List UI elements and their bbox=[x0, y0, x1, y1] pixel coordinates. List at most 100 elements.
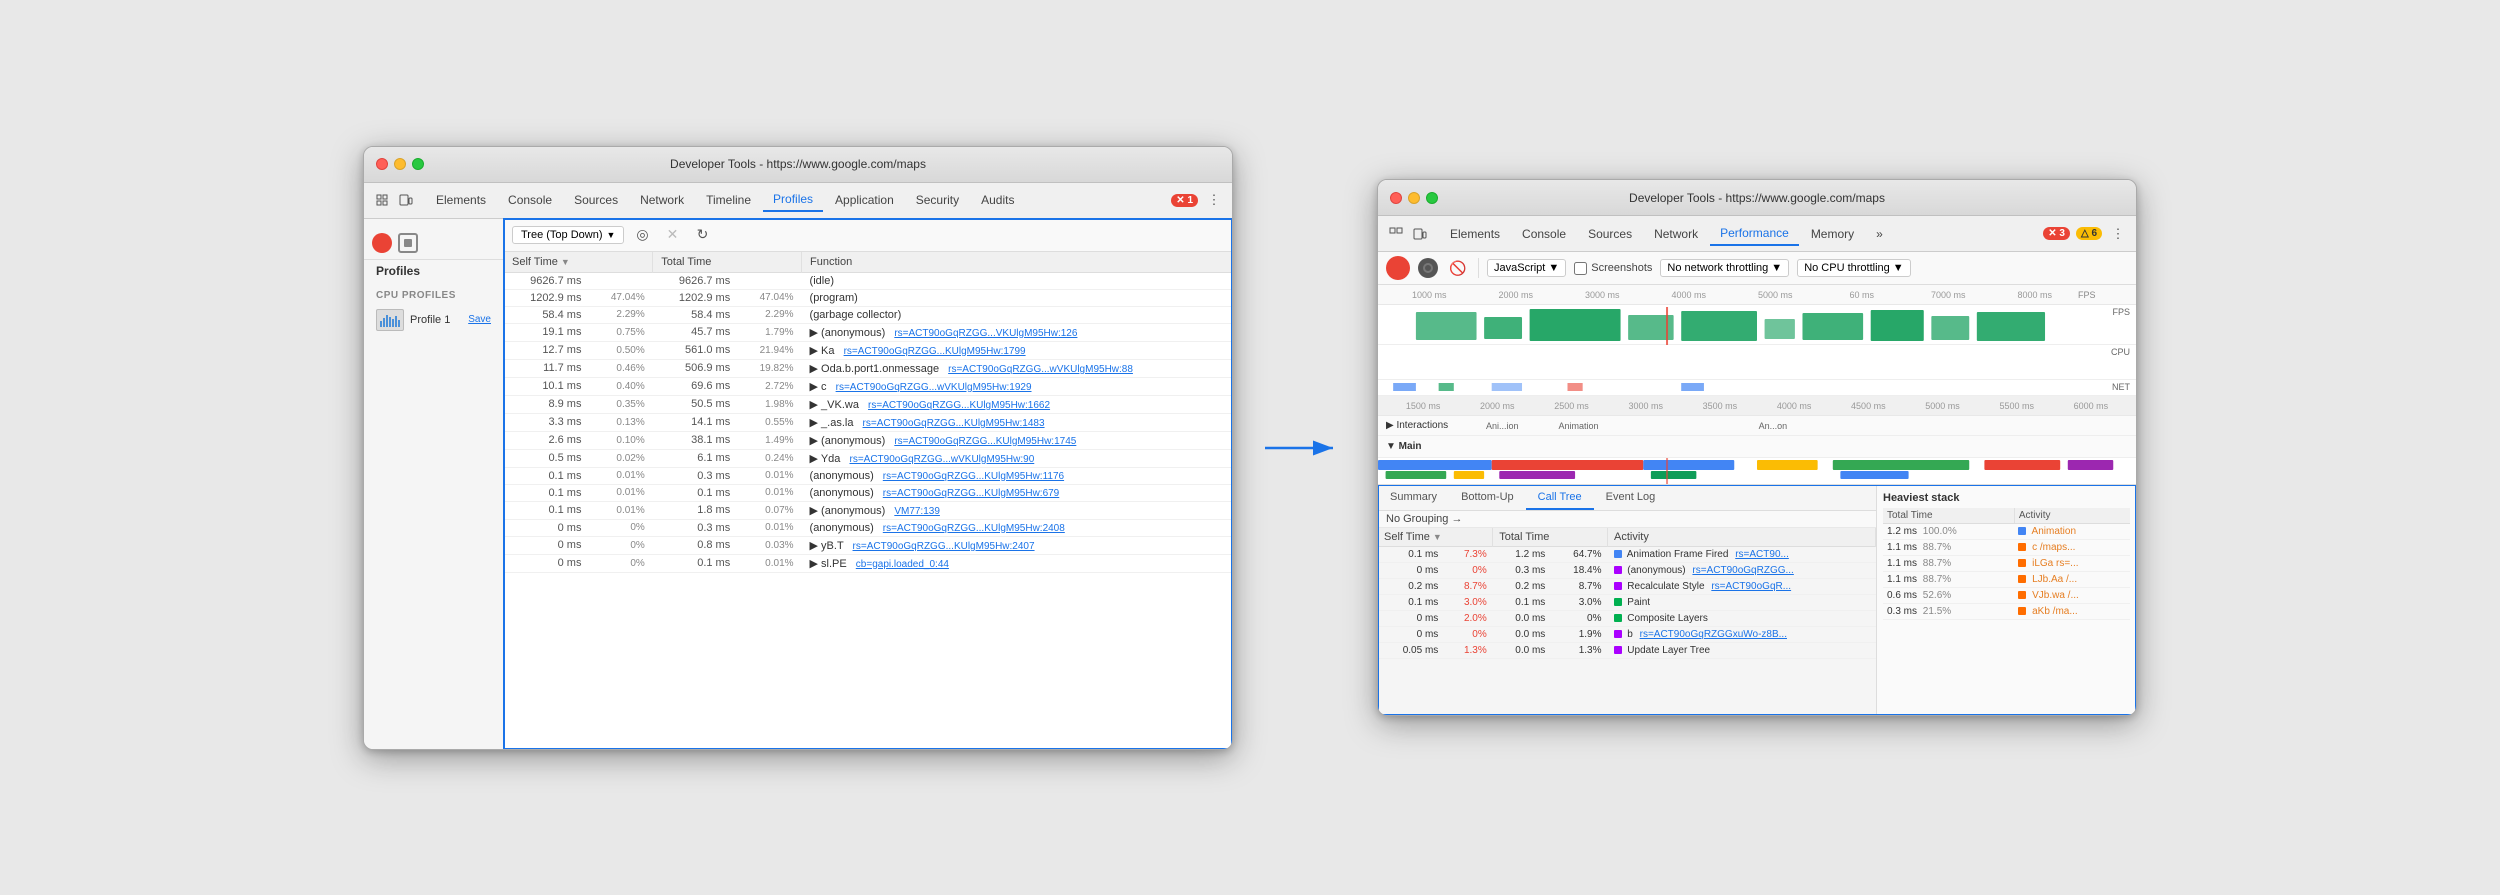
ct-self-time: 0 ms bbox=[1378, 627, 1444, 643]
delete-icon-btn[interactable]: ✕ bbox=[660, 223, 684, 247]
fn-link[interactable]: rs=ACT90oGqRZGG...KUlgM95Hw:1662 bbox=[868, 400, 1050, 411]
tab-profiles[interactable]: Profiles bbox=[763, 188, 823, 212]
th-self-time-bt[interactable]: Self Time ▼ bbox=[1378, 528, 1493, 547]
profile-1-item[interactable]: Profile 1 Save bbox=[364, 305, 503, 335]
more-menu-icon-right[interactable]: ⋮ bbox=[2108, 224, 2128, 244]
fn-link[interactable]: rs=ACT90oGqRZGG...wVKUlgM95Hw:88 bbox=[948, 364, 1133, 375]
total-pct-cell: 1.49% bbox=[738, 431, 801, 449]
activity-link[interactable]: rs=ACT90oGqRZGGxuWo-z8B... bbox=[1640, 629, 1787, 640]
self-time-cell: 0.1 ms bbox=[504, 484, 589, 501]
network-throttle-dropdown[interactable]: No network throttling ▼ bbox=[1660, 259, 1789, 277]
fn-link[interactable]: rs=ACT90oGqRZGG...KUlgM95Hw:1176 bbox=[883, 471, 1064, 482]
th-total-time[interactable]: Total Time bbox=[653, 252, 802, 273]
th-activity[interactable]: Activity bbox=[1608, 528, 1876, 547]
device-icon-right[interactable] bbox=[1410, 224, 1430, 244]
maximize-button-left[interactable] bbox=[412, 158, 424, 170]
ani-ion-label: Ani...ion bbox=[1486, 421, 1519, 431]
fn-link[interactable]: rs=ACT90oGqRZGG...KUlgM95Hw:1799 bbox=[844, 346, 1026, 357]
tab-more-right[interactable]: » bbox=[1866, 223, 1893, 245]
tab-audits[interactable]: Audits bbox=[971, 189, 1024, 211]
tab-elements[interactable]: Elements bbox=[426, 189, 496, 211]
tab-security[interactable]: Security bbox=[906, 189, 969, 211]
screenshots-toggle[interactable]: Screenshots bbox=[1574, 262, 1652, 275]
tab-console[interactable]: Console bbox=[498, 189, 562, 211]
hs-time-val: 1.1 ms bbox=[1887, 542, 1917, 553]
cpu-profile-table: Self Time ▼ Total Time Function bbox=[504, 252, 1232, 573]
clear-icon-btn[interactable]: 🚫 bbox=[1446, 256, 1470, 280]
panel-tabs: Summary Bottom-Up Call Tree Event Log bbox=[1378, 486, 1876, 511]
inspect-icon[interactable] bbox=[372, 190, 392, 210]
tree-dropdown[interactable]: Tree (Top Down) ▼ bbox=[512, 226, 624, 244]
fn-name: (program) bbox=[810, 292, 858, 304]
cpu-throttle-dropdown[interactable]: No CPU throttling ▼ bbox=[1797, 259, 1910, 277]
activity-link[interactable]: rs=ACT90... bbox=[1735, 549, 1789, 560]
maximize-button-right[interactable] bbox=[1426, 192, 1438, 204]
activity-link[interactable]: rs=ACT90oGqR... bbox=[1711, 581, 1791, 592]
total-pct-cell: 0.03% bbox=[738, 536, 801, 554]
focus-icon-btn[interactable]: ◎ bbox=[630, 223, 654, 247]
tab-network[interactable]: Network bbox=[630, 189, 694, 211]
heaviest-row: 1.1 ms 88.7% LJb.Aa /... bbox=[1883, 572, 2130, 588]
record-button-left[interactable] bbox=[372, 233, 392, 253]
table-header-row: Self Time ▼ Total Time Function bbox=[504, 252, 1232, 273]
close-button-right[interactable] bbox=[1390, 192, 1402, 204]
tab-application[interactable]: Application bbox=[825, 189, 904, 211]
self-pct-cell: 0.01% bbox=[589, 467, 652, 484]
perf-stop-btn[interactable] bbox=[1418, 258, 1438, 278]
ruler-2000: 2000 ms bbox=[1473, 290, 1560, 300]
th-self-time[interactable]: Self Time ▼ bbox=[504, 252, 653, 273]
js-dropdown[interactable]: JavaScript ▼ bbox=[1487, 259, 1566, 277]
ct-total-time: 0.2 ms bbox=[1493, 579, 1552, 595]
fn-link[interactable]: rs=ACT90oGqRZGG...KUlgM95Hw:2408 bbox=[883, 523, 1065, 534]
tab-event-log[interactable]: Event Log bbox=[1594, 486, 1668, 510]
close-button-left[interactable] bbox=[376, 158, 388, 170]
refresh-icon-btn[interactable]: ↻ bbox=[690, 223, 714, 247]
fn-link[interactable]: rs=ACT90oGqRZGG...KUlgM95Hw:1483 bbox=[863, 418, 1045, 429]
total-pct-cell: 1.79% bbox=[738, 323, 801, 341]
fn-link[interactable]: rs=ACT90oGqRZGG...wVKUlgM95Hw:1929 bbox=[836, 382, 1032, 393]
ruler2-5000: 5000 ms bbox=[1905, 401, 1979, 411]
fn-link[interactable]: rs=ACT90oGqRZGG...wVKUlgM95Hw:90 bbox=[849, 454, 1034, 465]
flame-chart-row bbox=[1378, 458, 2136, 485]
hs-activity: Animation bbox=[2014, 524, 2130, 540]
self-pct-cell: 0.75% bbox=[589, 323, 652, 341]
stop-button-left[interactable] bbox=[398, 233, 418, 253]
tab-console-right[interactable]: Console bbox=[1512, 223, 1576, 245]
tab-call-tree[interactable]: Call Tree bbox=[1526, 486, 1594, 510]
tree-chevron: ▼ bbox=[607, 230, 616, 240]
fn-link[interactable]: rs=ACT90oGqRZGG...KUlgM95Hw:1745 bbox=[894, 436, 1076, 447]
profile-save-link[interactable]: Save bbox=[468, 314, 491, 325]
tab-performance-right[interactable]: Performance bbox=[1710, 222, 1799, 246]
fn-link[interactable]: VM77:139 bbox=[894, 506, 940, 517]
fn-link[interactable]: cb=gapi.loaded_0:44 bbox=[856, 559, 949, 570]
self-time-cell: 0 ms bbox=[504, 554, 589, 572]
perf-record-btn[interactable] bbox=[1386, 256, 1410, 280]
activity-link[interactable]: rs=ACT90oGqRZGG... bbox=[1692, 565, 1793, 576]
tab-elements-right[interactable]: Elements bbox=[1440, 223, 1510, 245]
tab-timeline[interactable]: Timeline bbox=[696, 189, 761, 211]
th-function[interactable]: Function bbox=[802, 252, 1232, 273]
more-menu-icon[interactable]: ⋮ bbox=[1204, 190, 1224, 210]
tab-memory-right[interactable]: Memory bbox=[1801, 223, 1864, 245]
heaviest-row: 1.1 ms 88.7% iLGa rs=... bbox=[1883, 556, 2130, 572]
profiles-sidebar: Profiles CPU PROFILES Profile 1 Save bbox=[364, 219, 504, 749]
tab-network-right[interactable]: Network bbox=[1644, 223, 1708, 245]
net-chart: NET bbox=[1378, 380, 2136, 396]
tab-bottom-up[interactable]: Bottom-Up bbox=[1449, 486, 1526, 510]
ct-self-pct: 2.0% bbox=[1444, 611, 1492, 627]
minimize-button-left[interactable] bbox=[394, 158, 406, 170]
minimize-button-right[interactable] bbox=[1408, 192, 1420, 204]
device-icon[interactable] bbox=[396, 190, 416, 210]
screenshots-checkbox[interactable] bbox=[1574, 262, 1587, 275]
table-row: 19.1 ms 0.75% 45.7 ms 1.79% ▶ (anonymous… bbox=[504, 323, 1232, 341]
th-total-time-bt[interactable]: Total Time bbox=[1493, 528, 1608, 547]
tab-sources[interactable]: Sources bbox=[564, 189, 628, 211]
tab-summary[interactable]: Summary bbox=[1378, 486, 1449, 510]
tab-sources-right[interactable]: Sources bbox=[1578, 223, 1642, 245]
fn-link[interactable]: rs=ACT90oGqRZGG...KUlgM95Hw:679 bbox=[883, 488, 1059, 499]
total-pct-cell: 0.01% bbox=[738, 484, 801, 501]
inspect-icon-right[interactable] bbox=[1386, 224, 1406, 244]
fn-name: ▶ _VK.wa bbox=[810, 399, 859, 411]
fn-link[interactable]: rs=ACT90oGqRZGG...VKUlgM95Hw:126 bbox=[894, 328, 1077, 339]
fn-link[interactable]: rs=ACT90oGqRZGG...KUlgM95Hw:2407 bbox=[853, 541, 1035, 552]
